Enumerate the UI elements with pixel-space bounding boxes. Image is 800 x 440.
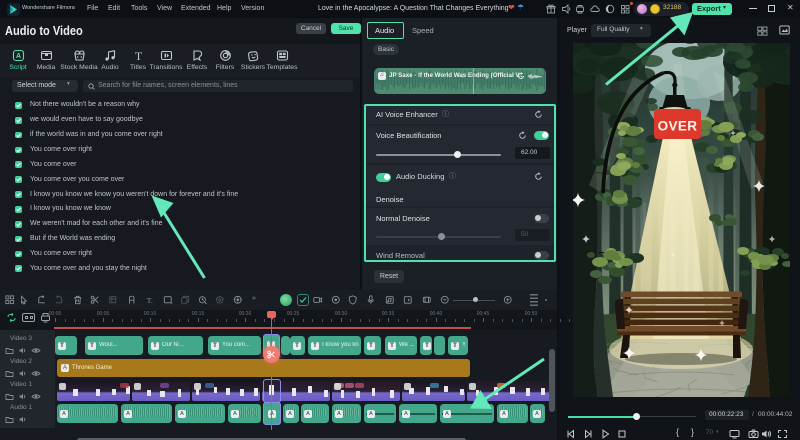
svg-text:OVER: OVER [658,119,698,134]
svg-text:T.: T. [147,296,153,305]
